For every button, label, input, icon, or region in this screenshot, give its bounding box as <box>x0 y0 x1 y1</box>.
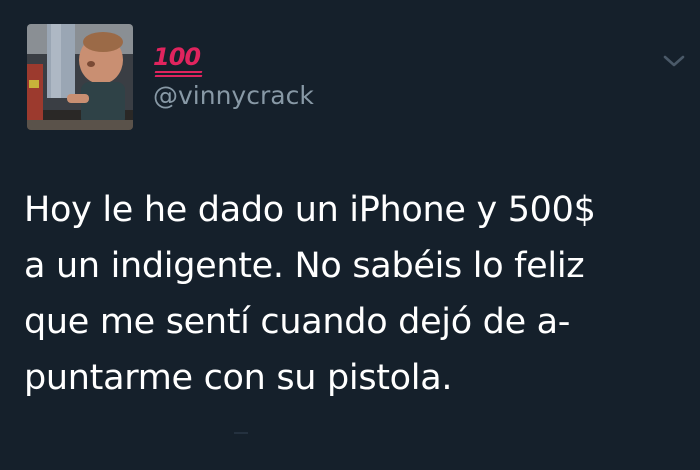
hundred-points-icon: 100 <box>153 43 203 77</box>
avatar-photo <box>27 24 133 130</box>
user-handle[interactable]: @vinnycrack <box>153 80 314 112</box>
chevron-down-icon[interactable] <box>662 52 686 70</box>
display-name[interactable]: 100 <box>153 38 203 77</box>
tweet-card: 100 @vinnycrack Hoy le he dado un iPhone… <box>0 0 700 470</box>
tweet-text: Hoy le he dado un iPhone y 500$ a un ind… <box>24 190 596 398</box>
divider <box>234 432 248 434</box>
avatar[interactable] <box>27 24 133 130</box>
hundred-points-glyph: 100 <box>153 43 201 71</box>
